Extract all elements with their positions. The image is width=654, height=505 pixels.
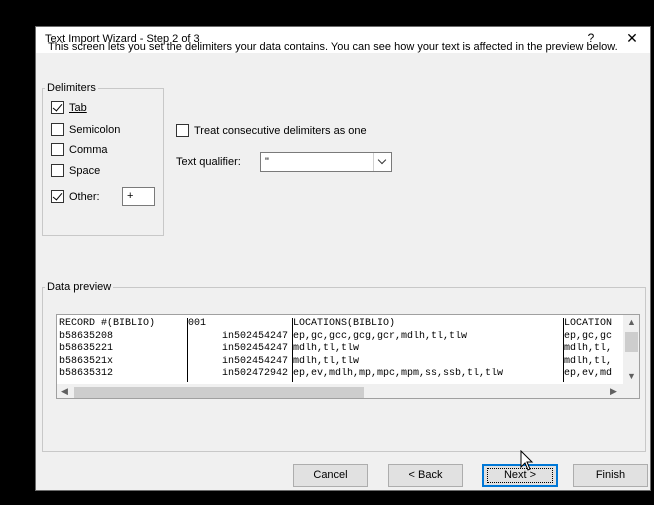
other-delimiter-input[interactable]: + — [122, 187, 155, 206]
preview-cell: ep,gc,gc — [564, 330, 613, 342]
preview-cell: in502454247 — [221, 330, 288, 342]
tab-checkbox-box[interactable] — [51, 101, 64, 114]
preview-cell: b5863521x — [59, 355, 114, 367]
preview-cell: mdlh,tl, — [564, 355, 613, 367]
other-checkbox-box[interactable] — [51, 190, 64, 203]
column-separator[interactable] — [292, 318, 293, 382]
preview-cell: in502472942 — [221, 368, 288, 379]
preview-cell: ep,ev,md — [564, 368, 613, 379]
scroll-down-icon[interactable]: ▼ — [627, 371, 636, 381]
preview-cell: b58635208 — [59, 330, 114, 342]
comma-checkbox[interactable]: Comma — [51, 143, 108, 156]
consecutive-delimiters-box[interactable] — [176, 124, 189, 137]
comma-checkbox-label: Comma — [69, 143, 108, 156]
preview-cell: LOCATION — [564, 318, 613, 329]
comma-checkbox-box[interactable] — [51, 143, 64, 156]
preview-cell: in502454247 — [221, 343, 288, 354]
vertical-scrollbar[interactable]: ▲ ▼ — [623, 315, 639, 385]
other-checkbox-label: Other: — [69, 190, 100, 203]
back-button-label: < Back — [408, 469, 443, 481]
text-qualifier-label: Text qualifier: — [176, 156, 241, 168]
preview-cell: ep,gc,gcc,gcg,gcr,mdlh,tl,tlw — [293, 330, 468, 342]
horizontal-scrollbar[interactable]: ◀ ▶ — [57, 384, 639, 398]
space-checkbox-label: Space — [69, 164, 101, 177]
space-checkbox[interactable]: Space — [51, 164, 100, 177]
preview-cell: b58635221 — [59, 343, 114, 354]
mouse-cursor-icon — [520, 450, 534, 471]
preview-cell: mdlh,tl,tlw — [293, 355, 360, 367]
semicolon-checkbox-box[interactable] — [51, 123, 64, 136]
preview-cell: ep,ev,mdlh,mp,mpc,mpm,ss,ssb,tl,tlw — [293, 368, 504, 379]
consecutive-delimiters-label: Treat consecutive delimiters as one — [194, 124, 367, 137]
tab-checkbox[interactable]: Tab — [51, 101, 87, 114]
column-separator[interactable] — [187, 318, 188, 382]
vertical-scroll-thumb[interactable] — [625, 332, 638, 352]
other-checkbox[interactable]: Other: — [51, 190, 100, 203]
finish-button-label: Finish — [595, 469, 626, 481]
text-qualifier-select[interactable]: " — [260, 152, 392, 172]
preview-cell: in502454247 — [221, 355, 288, 367]
scroll-left-icon[interactable]: ◀ — [61, 386, 68, 397]
tab-checkbox-label: Tab — [69, 101, 87, 114]
preview-cell: RECORD #(BIBLIO) — [59, 318, 156, 329]
preview-cell: b58635312 — [59, 368, 114, 379]
delimiters-group-label: Delimiters — [45, 82, 98, 94]
semicolon-checkbox[interactable]: Semicolon — [51, 123, 120, 136]
preview-cell: 001 — [188, 318, 207, 329]
preview-cell: mdlh,tl,tlw — [293, 343, 360, 354]
consecutive-delimiters-checkbox[interactable]: Treat consecutive delimiters as one — [176, 124, 367, 137]
cancel-button[interactable]: Cancel — [293, 464, 368, 487]
back-button[interactable]: < Back — [388, 464, 463, 487]
preview-cell: LOCATIONS(BIBLIO) — [293, 318, 396, 329]
semicolon-checkbox-label: Semicolon — [69, 123, 121, 136]
preview-cell: mdlh,tl, — [564, 343, 613, 354]
data-preview-group-label: Data preview — [45, 281, 114, 293]
scroll-right-icon[interactable]: ▶ — [610, 386, 617, 397]
horizontal-scroll-thumb[interactable] — [74, 387, 364, 398]
finish-button[interactable]: Finish — [573, 464, 648, 487]
data-preview-box[interactable]: RECORD #(BIBLIO) 001 LOCATIONS(BIBLIO) LOCA… — [56, 314, 640, 399]
text-import-wizard-dialog: Text Import Wizard - Step 2 of 3 ? ✕ Thi… — [35, 26, 651, 491]
text-qualifier-value: " — [265, 156, 269, 168]
intro-text: This screen lets you set the delimiters … — [48, 41, 618, 53]
chevron-down-icon[interactable] — [373, 153, 391, 171]
scroll-up-icon[interactable]: ▲ — [627, 317, 636, 327]
column-separator[interactable] — [563, 318, 564, 382]
space-checkbox-box[interactable] — [51, 164, 64, 177]
